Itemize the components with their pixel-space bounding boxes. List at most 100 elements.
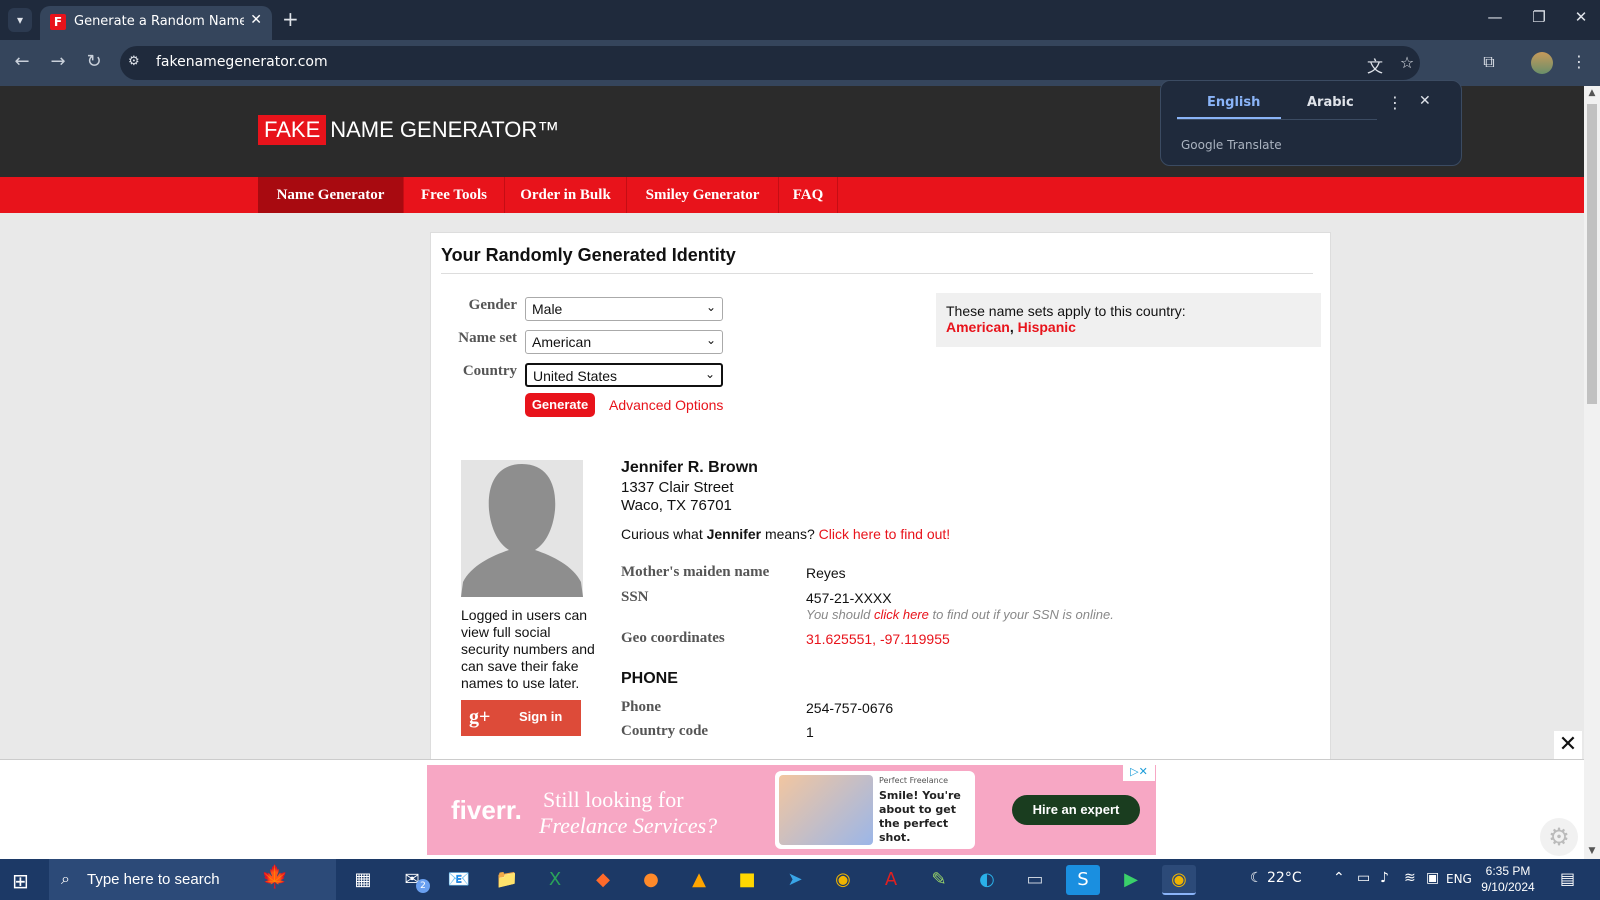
nameset-select[interactable]: American ⌄ [525, 330, 723, 354]
nameset-link-hispanic[interactable]: Hispanic [1018, 319, 1076, 335]
firefox-icon[interactable]: ● [634, 865, 668, 895]
excel-app-icon[interactable]: X [538, 865, 572, 895]
phone-section-heading: PHONE [621, 670, 678, 687]
ad-logo: fiverr. [451, 795, 522, 825]
sticky-notes-icon[interactable]: ■ [730, 865, 764, 895]
browser-tab[interactable]: F Generate a Random Name - Fal ✕ [40, 6, 272, 40]
ssn-value: 457-21-XXXX [806, 590, 892, 606]
calendar-app-icon[interactable]: ▦ [346, 865, 380, 895]
scroll-thumb[interactable] [1587, 104, 1597, 404]
url-text[interactable]: fakenamegenerator.com [156, 54, 328, 70]
camera-icon[interactable]: ▣ [1426, 870, 1439, 886]
nav-free-tools[interactable]: Free Tools [404, 177, 505, 213]
close-window-icon[interactable]: ✕ [1566, 8, 1596, 26]
chevron-down-icon: ⌄ [705, 333, 716, 347]
gender-value: Male [532, 301, 563, 317]
back-icon[interactable]: ← [10, 51, 34, 72]
clock-date: 9/10/2024 [1481, 880, 1535, 894]
notification-icon[interactable]: ▤ [1560, 869, 1575, 888]
chrome-active-icon[interactable]: ◉ [1162, 865, 1196, 895]
ad-card-text: Smile! You're about to get the perfect s… [879, 789, 961, 844]
nameset-info-box: These name sets apply to this country: A… [936, 293, 1321, 347]
volume-icon[interactable]: ♪ [1380, 870, 1389, 886]
ad-close-icon[interactable]: ✕ [1554, 731, 1582, 759]
windows-start-icon[interactable]: ⊞ [12, 869, 29, 893]
gender-select[interactable]: Male ⌄ [525, 297, 723, 321]
address-bar[interactable]: ⚙ fakenamegenerator.com 文 ☆ [120, 46, 1420, 80]
nav-order-in-bulk[interactable]: Order in Bulk [505, 177, 627, 213]
hire-expert-button[interactable]: Hire an expert [1012, 795, 1140, 825]
phone-label: Phone [621, 699, 662, 715]
battery-icon[interactable]: ▭ [1357, 870, 1370, 886]
translate-icon[interactable]: 文 [1364, 53, 1386, 77]
name-meaning-link[interactable]: Click here to find out! [819, 526, 951, 542]
meaning-prefix: Curious what [621, 526, 707, 542]
translate-options-icon[interactable]: ⋮ [1387, 93, 1403, 112]
google-plus-icon: g+ [469, 706, 491, 728]
telegram-icon[interactable]: ➤ [778, 865, 812, 895]
remote-desktop-icon[interactable]: ▭ [1018, 865, 1052, 895]
chrome-icon[interactable]: ◉ [826, 865, 860, 895]
menu-kebab-icon[interactable]: ⋮ [1568, 52, 1590, 71]
adchoices-icon[interactable]: ▷✕ [1123, 765, 1155, 781]
search-icon: ⌕ [61, 869, 70, 888]
ssn-label: SSN [621, 589, 649, 605]
s-app-icon[interactable]: S [1066, 865, 1100, 895]
nav-name-generator[interactable]: Name Generator [258, 177, 404, 213]
tab-title: Generate a Random Name - Fal [74, 14, 244, 29]
site-navbar: Name Generator Free Tools Order in Bulk … [0, 177, 1584, 213]
tools-app-icon[interactable]: ▲ [682, 865, 716, 895]
search-highlight-icon: 🍁 [261, 865, 289, 890]
restore-icon[interactable]: ❐ [1524, 8, 1554, 26]
nameset-info-text: These name sets apply to this country: [946, 303, 1186, 319]
media-app-icon[interactable]: ▶ [1114, 865, 1148, 895]
acrobat-icon[interactable]: A [874, 865, 908, 895]
taskbar-search-placeholder: Type here to search [87, 871, 220, 888]
extensions-icon[interactable]: ⧉ [1478, 52, 1500, 72]
scroll-down-icon[interactable]: ▼ [1584, 846, 1600, 856]
settings-gear-icon[interactable]: ⚙ [1540, 818, 1578, 856]
bookmark-star-icon[interactable]: ☆ [1396, 53, 1418, 72]
outlook-app-icon[interactable]: 📧 [442, 865, 476, 895]
country-code-value: 1 [806, 724, 814, 740]
page-scrollbar[interactable]: ▲ ▼ [1584, 86, 1600, 859]
ssn-check-link[interactable]: click here [874, 607, 929, 622]
nav-faq[interactable]: FAQ [779, 177, 838, 213]
identity-city: Waco, TX 76701 [621, 497, 732, 514]
translate-tab-english[interactable]: English [1207, 95, 1260, 110]
nameset-link-american[interactable]: American [946, 319, 1010, 335]
editor-app-icon[interactable]: ✎ [922, 865, 956, 895]
close-tab-icon[interactable]: ✕ [250, 12, 262, 28]
geo-coordinates-link[interactable]: 31.625551, -97.119955 [806, 631, 950, 647]
wifi-icon[interactable]: ≋ [1404, 870, 1416, 886]
translate-close-icon[interactable]: ✕ [1419, 93, 1431, 109]
avatar [461, 460, 583, 597]
generate-button[interactable]: Generate [525, 393, 595, 417]
taskbar-clock[interactable]: 6:35 PM 9/10/2024 [1478, 863, 1538, 895]
reload-icon[interactable]: ↻ [82, 51, 106, 72]
translate-tab-arabic[interactable]: Arabic [1307, 95, 1354, 110]
nameset-label: Name set [458, 330, 517, 346]
minimize-icon[interactable]: — [1480, 8, 1510, 26]
scroll-up-icon[interactable]: ▲ [1584, 88, 1600, 98]
advanced-options-link[interactable]: Advanced Options [609, 397, 723, 413]
nav-smiley-generator[interactable]: Smiley Generator [627, 177, 779, 213]
tray-chevron-icon[interactable]: ⌃ [1333, 870, 1345, 886]
google-signin-button[interactable]: g+ Sign in [461, 700, 581, 736]
brave-browser-icon[interactable]: ◆ [586, 865, 620, 895]
edge-icon[interactable]: ◐ [970, 865, 1004, 895]
forward-icon[interactable]: → [46, 51, 70, 72]
file-explorer-icon[interactable]: 📁 [490, 865, 524, 895]
site-logo[interactable]: FAKE NAME GENERATOR™ [258, 115, 559, 145]
geo-label: Geo coordinates [621, 630, 725, 646]
tab-search-chevron-icon[interactable]: ▾ [8, 8, 32, 32]
weather-widget[interactable]: ☾ 22°C [1250, 870, 1302, 886]
site-info-icon[interactable]: ⚙ [128, 54, 140, 69]
clock-time: 6:35 PM [1485, 864, 1531, 878]
profile-avatar[interactable] [1531, 52, 1553, 74]
country-select[interactable]: United States ⌄ [525, 363, 723, 387]
fiverr-ad[interactable]: fiverr. Still looking for Freelance Serv… [427, 765, 1156, 855]
new-tab-icon[interactable]: + [282, 8, 299, 30]
language-indicator[interactable]: ENG [1446, 872, 1472, 886]
taskbar-search[interactable]: ⌕ Type here to search 🍁 [49, 859, 336, 900]
